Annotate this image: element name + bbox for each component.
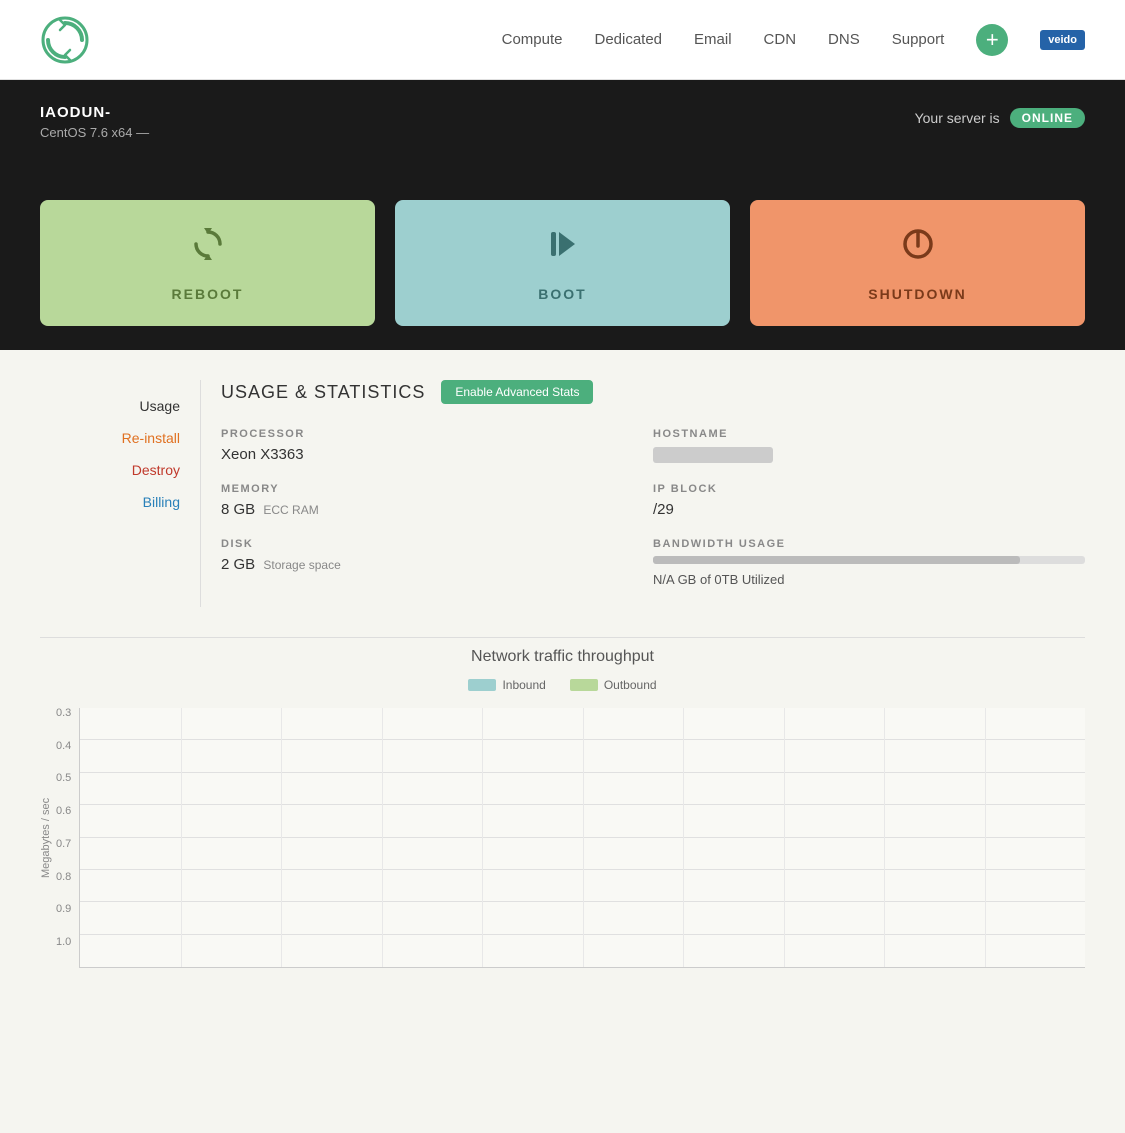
vline-1 (181, 708, 182, 967)
shutdown-button[interactable]: SHUTDOWN (750, 200, 1085, 326)
legend-inbound: Inbound (468, 678, 545, 692)
main-nav: Compute Dedicated Email CDN DNS Support … (502, 24, 1085, 56)
nav-support[interactable]: Support (892, 31, 945, 48)
stats-area: USAGE & STATISTICS Enable Advanced Stats… (200, 380, 1085, 607)
hostname-redacted (653, 447, 773, 463)
hostname-value (653, 446, 1085, 463)
y-label-06: 0.6 (56, 806, 71, 817)
status-badge: ONLINE (1010, 108, 1085, 128)
stat-hostname: HOSTNAME (653, 428, 1085, 483)
chart-wrapper: Megabytes / sec 1.0 0.9 0.8 0.7 0.6 0.5 … (40, 708, 1085, 968)
outbound-swatch (570, 679, 598, 691)
header: Compute Dedicated Email CDN DNS Support … (0, 0, 1125, 80)
boot-label: BOOT (538, 286, 586, 302)
shutdown-label: SHUTDOWN (868, 286, 966, 302)
stat-disk: DISK 2 GB Storage space (221, 538, 653, 593)
vline-9 (985, 708, 986, 967)
sidebar-item-destroy[interactable]: Destroy (40, 454, 200, 486)
reboot-button[interactable]: REBOOT (40, 200, 375, 326)
sidebar-item-billing[interactable]: Billing (40, 486, 200, 518)
memory-unit: ECC RAM (263, 503, 318, 517)
enable-stats-button[interactable]: Enable Advanced Stats (441, 380, 593, 404)
logo (40, 15, 90, 65)
stat-bandwidth: BANDWIDTH USAGE N/A GB of 0TB Utilized (653, 538, 1085, 607)
sidebar-item-usage[interactable]: Usage (40, 390, 200, 422)
ipblock-label: IP BLOCK (653, 483, 1085, 495)
inbound-label: Inbound (502, 678, 545, 692)
stats-header: USAGE & STATISTICS Enable Advanced Stats (221, 380, 1085, 404)
y-label-09: 0.9 (56, 904, 71, 915)
nav-dns[interactable]: DNS (828, 31, 860, 48)
outbound-label: Outbound (604, 678, 657, 692)
stat-memory: MEMORY 8 GB ECC RAM (221, 483, 653, 538)
chart-title: Network traffic throughput (40, 648, 1085, 666)
hostname-label: HOSTNAME (653, 428, 1085, 440)
nav-compute[interactable]: Compute (502, 31, 563, 48)
sidebar: Usage Re-install Destroy Billing (40, 380, 200, 607)
chart-legend: Inbound Outbound (40, 678, 1085, 692)
vline-4 (482, 708, 483, 967)
bandwidth-bar (653, 556, 1085, 564)
reboot-icon (188, 224, 228, 272)
y-label-10: 1.0 (56, 937, 71, 948)
chart-section: Network traffic throughput Inbound Outbo… (0, 638, 1125, 998)
disk-label: DISK (221, 538, 653, 550)
vline-2 (281, 708, 282, 967)
y-label-08: 0.8 (56, 872, 71, 883)
disk-unit: Storage space (263, 558, 340, 572)
nav-cdn[interactable]: CDN (764, 31, 797, 48)
server-status: Your server is ONLINE (915, 108, 1085, 128)
vline-6 (683, 708, 684, 967)
inbound-swatch (468, 679, 496, 691)
memory-value: 8 GB ECC RAM (221, 501, 653, 518)
shutdown-icon (898, 224, 938, 272)
logo-icon (40, 15, 90, 65)
stat-ipblock: IP BLOCK /29 (653, 483, 1085, 538)
disk-value: 2 GB Storage space (221, 556, 653, 573)
bandwidth-text: N/A GB of 0TB Utilized (653, 572, 1085, 587)
main-content: Usage Re-install Destroy Billing USAGE &… (0, 350, 1125, 637)
brand-badge: veido (1040, 30, 1085, 50)
status-prefix: Your server is (915, 110, 1000, 126)
server-banner: IAODUN- CentOS 7.6 x64 — Your server is … (0, 80, 1125, 180)
add-button[interactable]: + (976, 24, 1008, 56)
action-row: REBOOT BOOT SHUTDOWN (0, 180, 1125, 350)
stat-processor: PROCESSOR Xeon X3363 (221, 428, 653, 483)
chart-area (79, 708, 1085, 968)
sidebar-item-reinstall[interactable]: Re-install (40, 422, 200, 454)
vline-8 (884, 708, 885, 967)
bandwidth-label: BANDWIDTH USAGE (653, 538, 1085, 550)
bandwidth-bar-fill (653, 556, 1020, 564)
stats-title: USAGE & STATISTICS (221, 382, 425, 403)
y-label-04: 0.4 (56, 741, 71, 752)
processor-value: Xeon X3363 (221, 446, 653, 463)
stats-grid: PROCESSOR Xeon X3363 MEMORY 8 GB ECC RAM… (221, 428, 1085, 607)
nav-dedicated[interactable]: Dedicated (594, 31, 662, 48)
boot-button[interactable]: BOOT (395, 200, 730, 326)
chart-grid (79, 708, 1085, 968)
nav-email[interactable]: Email (694, 31, 732, 48)
reboot-label: REBOOT (172, 286, 244, 302)
y-axis: 1.0 0.9 0.8 0.7 0.6 0.5 0.4 0.3 (56, 708, 79, 968)
y-label-03: 0.3 (56, 708, 71, 719)
y-label-07: 0.7 (56, 839, 71, 850)
boot-icon (543, 224, 583, 272)
ipblock-value: /29 (653, 501, 1085, 518)
y-label-05: 0.5 (56, 773, 71, 784)
legend-outbound: Outbound (570, 678, 657, 692)
processor-label: PROCESSOR (221, 428, 653, 440)
vline-7 (784, 708, 785, 967)
vline-5 (583, 708, 584, 967)
y-axis-title: Megabytes / sec (40, 708, 52, 968)
vline-3 (382, 708, 383, 967)
memory-label: MEMORY (221, 483, 653, 495)
